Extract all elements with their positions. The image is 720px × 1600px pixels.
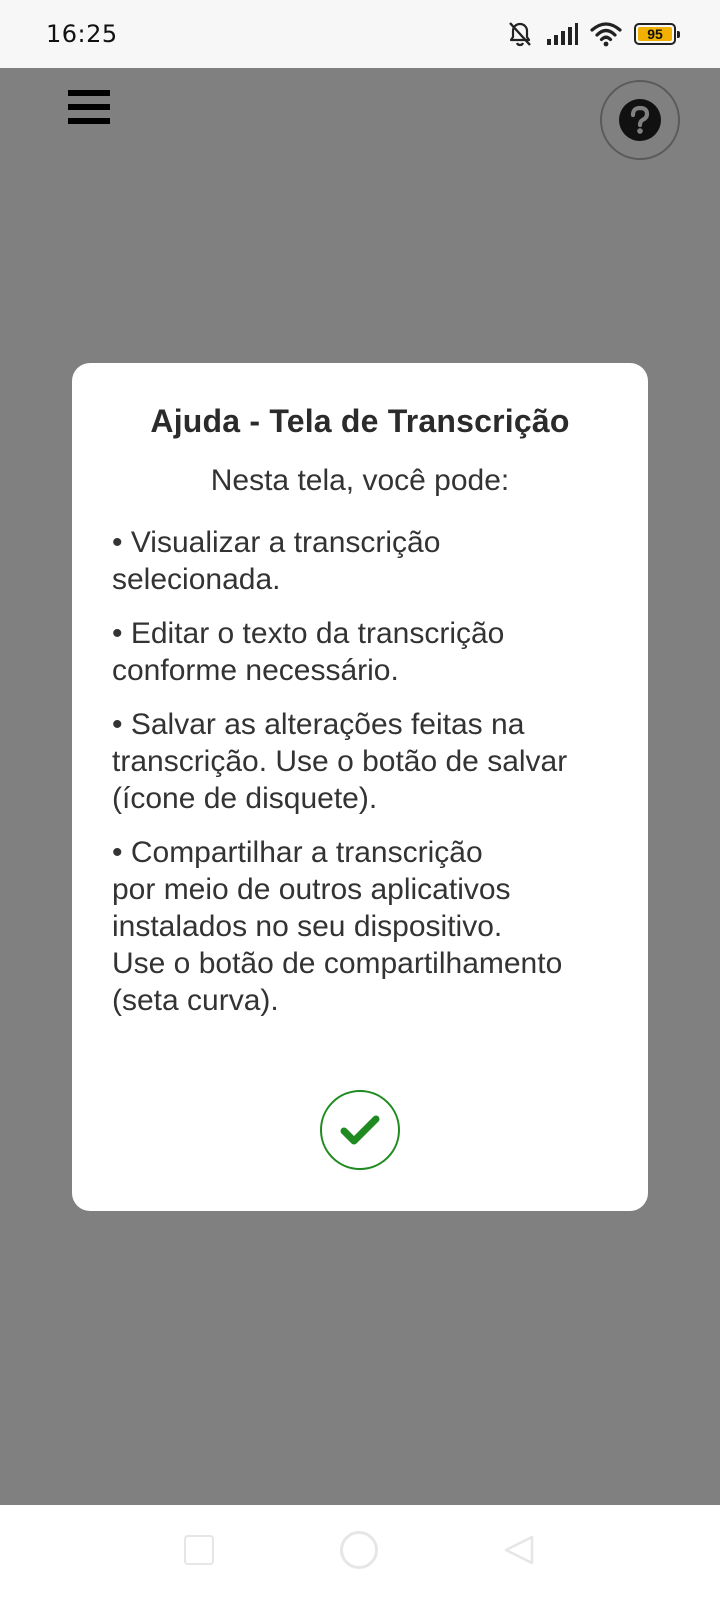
wifi-icon <box>590 22 622 47</box>
confirm-button[interactable] <box>320 1090 400 1170</box>
navigation-bar <box>0 1505 720 1600</box>
question-circle-icon <box>619 99 661 141</box>
bell-off-icon <box>509 22 531 47</box>
status-bar: 16:25 95 <box>0 0 720 68</box>
back-icon[interactable] <box>502 1533 536 1567</box>
signal-icon <box>547 23 578 45</box>
help-dialog: Ajuda - Tela de Transcrição Nesta tela, … <box>72 363 648 1211</box>
hamburger-menu-icon[interactable] <box>68 90 110 128</box>
status-time: 16:25 <box>46 20 118 48</box>
battery-tip <box>677 31 680 38</box>
bullet-save: • Salvar as alterações feitas na transcr… <box>112 708 568 815</box>
dialog-title: Ajuda - Tela de Transcrição <box>150 403 570 439</box>
bullet-edit: • Editar o texto da transcrição conforme… <box>112 617 505 687</box>
recents-icon[interactable] <box>184 1535 214 1565</box>
battery-icon: 95 <box>634 23 680 45</box>
bullet-view: • Visualizar a transcrição selecionada. <box>112 526 441 596</box>
checkmark-icon <box>340 1115 380 1145</box>
home-icon[interactable] <box>340 1531 378 1569</box>
battery-level: 95 <box>647 26 663 42</box>
dialog-intro: Nesta tela, você pode: <box>210 464 510 497</box>
bullet-share: • Compartilhar a transcrição por meio de… <box>112 836 563 1017</box>
status-icons: 95 <box>506 20 680 48</box>
help-button[interactable] <box>600 80 680 160</box>
